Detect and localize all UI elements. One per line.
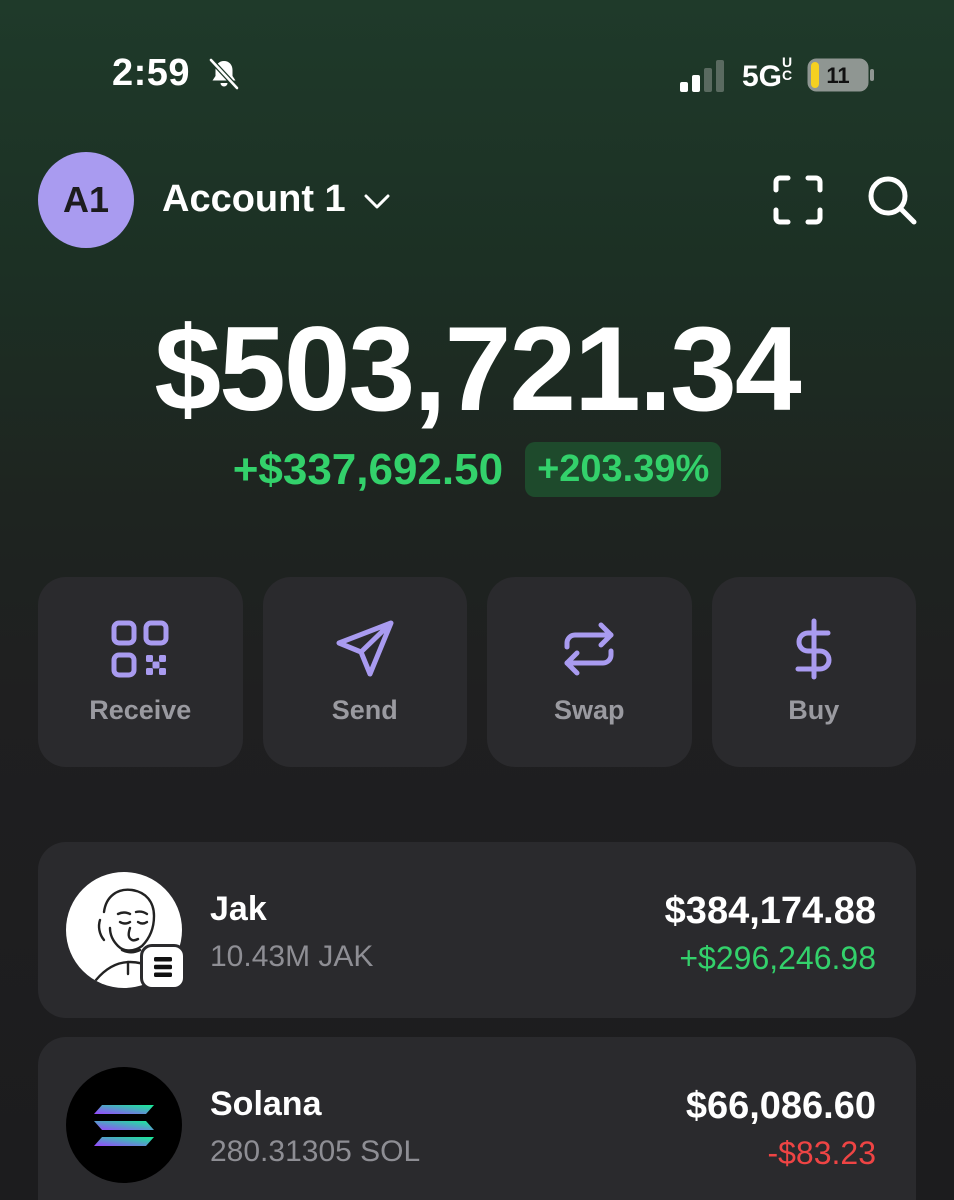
token-row-jak[interactable]: Jak 10.43M JAK $384,174.88 +$296,246.98 <box>38 842 916 1018</box>
token-value: $384,174.88 <box>664 890 876 932</box>
token-value: $66,086.60 <box>685 1085 876 1127</box>
send-button[interactable]: Send <box>262 577 467 767</box>
account-avatar[interactable]: A1 <box>38 152 134 248</box>
balance-change-row: +$337,692.50 +203.39% <box>0 442 954 497</box>
solana-logo <box>66 1067 182 1183</box>
chevron-down-icon[interactable] <box>362 188 392 214</box>
swap-label: Swap <box>553 695 625 725</box>
cellular-signal-icon <box>680 60 724 92</box>
status-bar: 2:59 5GUC 11 <box>0 0 954 150</box>
receive-label: Receive <box>89 695 192 725</box>
receive-button[interactable]: Receive <box>38 577 243 767</box>
scan-icon[interactable] <box>770 172 826 228</box>
qr-code-icon <box>111 620 169 678</box>
buy-button[interactable]: Buy <box>711 577 916 767</box>
network-indicator: 5GUC <box>742 54 793 93</box>
battery-level: 11 <box>826 63 849 88</box>
buy-label: Buy <box>788 695 840 725</box>
search-icon[interactable] <box>864 172 920 228</box>
swap-icon <box>564 622 614 676</box>
action-buttons: Receive Send Swap Buy <box>38 577 916 767</box>
token-name: Jak <box>210 890 267 928</box>
send-label: Send <box>331 695 398 725</box>
send-icon <box>336 620 394 677</box>
dollar-icon <box>795 618 832 680</box>
token-change: -$83.23 <box>767 1135 876 1171</box>
balance-change-percent-badge: +203.39% <box>525 442 722 497</box>
battery-icon: 11 <box>807 58 874 92</box>
total-balance: $503,721.34 <box>154 302 801 436</box>
status-time: 2:59 <box>112 52 191 94</box>
swap-button[interactable]: Swap <box>487 577 692 767</box>
token-name: Solana <box>210 1085 322 1123</box>
token-amount: 280.31305 SOL <box>210 1135 421 1168</box>
solana-chain-badge <box>140 944 186 990</box>
balance-change-amount: +$337,692.50 <box>232 444 504 494</box>
solana-chain-icon <box>154 957 172 977</box>
token-amount: 10.43M JAK <box>210 940 374 973</box>
account-name[interactable]: Account 1 <box>162 178 346 221</box>
token-change: +$296,246.98 <box>679 940 876 976</box>
bell-muted-icon <box>209 58 239 90</box>
token-row-solana[interactable]: Solana 280.31305 SOL $66,086.60 -$83.23 <box>38 1037 916 1200</box>
wallet-screen: 2:59 5GUC 11 A1 Account 1 $503,721.34 +$… <box>0 0 954 1200</box>
